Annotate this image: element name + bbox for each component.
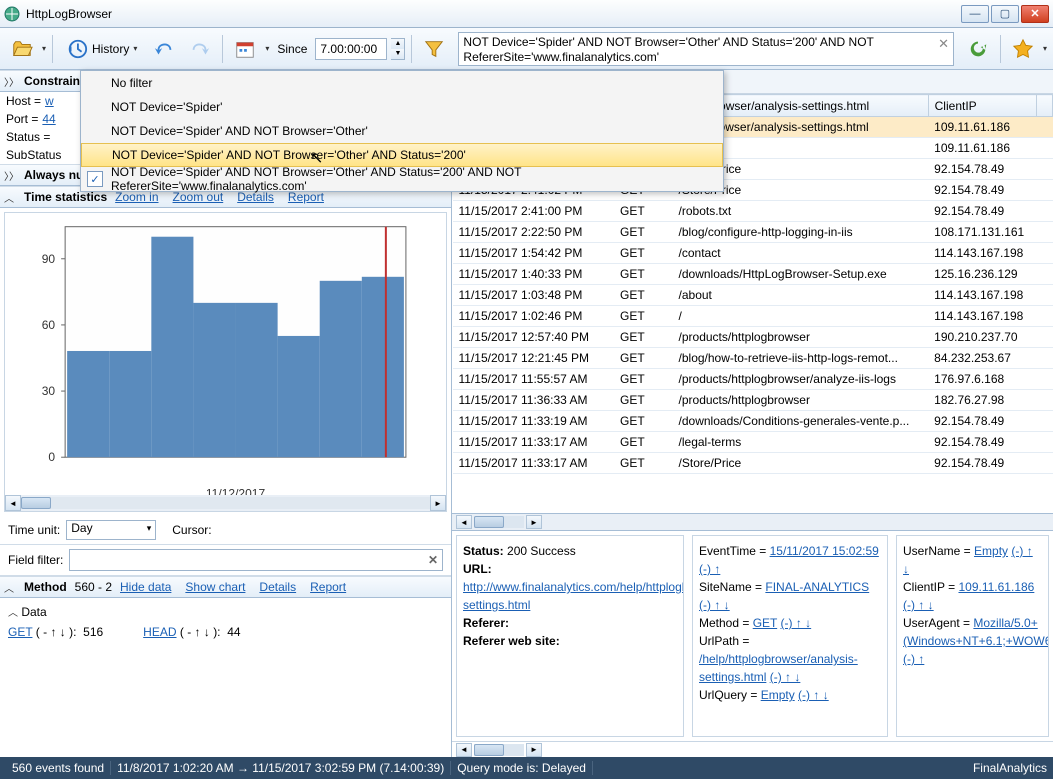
- time-spinner[interactable]: ▲▼: [391, 38, 405, 60]
- collapse-icon: 〉〉: [4, 168, 16, 183]
- table-row[interactable]: 11/15/2017 11:33:19 AMGET/downloads/Cond…: [453, 411, 1053, 432]
- table-row[interactable]: 11/15/2017 1:02:46 PMGET/114.143.167.198: [453, 306, 1053, 327]
- history-item[interactable]: NOT Device='Spider' AND NOT Browser='Oth…: [81, 119, 723, 143]
- scroll-left-icon[interactable]: ◄: [456, 515, 472, 529]
- url-link[interactable]: http://www.finalanalytics.com/help/httpl…: [463, 580, 684, 612]
- svg-text:30: 30: [42, 384, 56, 398]
- since-label: Since: [277, 42, 307, 56]
- detail-fields-pane-2: UserName = Empty (-) ↑ ↓ClientIP = 109.1…: [896, 535, 1049, 737]
- statusbar: 560 events found 11/8/2017 1:02:20 AM → …: [0, 757, 1053, 779]
- open-dropdown-icon[interactable]: ▾: [42, 44, 46, 53]
- history-item[interactable]: NOT Device='Spider' AND NOT Browser='Oth…: [81, 143, 723, 167]
- close-button[interactable]: ✕: [1021, 5, 1049, 23]
- filter-funnel-button[interactable]: [418, 34, 450, 64]
- scroll-right-icon[interactable]: ►: [526, 743, 542, 757]
- minimize-button[interactable]: —: [961, 5, 989, 23]
- detail-fields-pane-1: EventTime = 15/11/2017 15:02:59 (-) ↑Sit…: [692, 535, 888, 737]
- refresh-button[interactable]: [962, 34, 994, 64]
- table-row[interactable]: 11/15/2017 11:33:17 AMGET/Store/Price92.…: [453, 453, 1053, 474]
- table-row[interactable]: 11/15/2017 12:21:45 PMGET/blog/how-to-re…: [453, 348, 1053, 369]
- window-title: HttpLogBrowser: [26, 7, 961, 21]
- table-row[interactable]: 11/15/2017 1:03:48 PMGET/about114.143.16…: [453, 285, 1053, 306]
- svg-text:60: 60: [42, 318, 56, 332]
- table-row[interactable]: 11/15/2017 2:22:50 PMGET/blog/configure-…: [453, 222, 1053, 243]
- time-unit-select[interactable]: Day: [66, 520, 156, 540]
- scroll-right-icon[interactable]: ►: [430, 495, 446, 511]
- clear-icon[interactable]: ✕: [428, 553, 438, 567]
- table-row[interactable]: 11/15/2017 1:54:42 PMGET/contact114.143.…: [453, 243, 1053, 264]
- table-row[interactable]: 11/15/2017 2:41:00 PMGET/robots.txt92.15…: [453, 201, 1053, 222]
- svg-text:90: 90: [42, 252, 56, 266]
- table-row[interactable]: 11/15/2017 11:55:57 AMGET/products/httpl…: [453, 369, 1053, 390]
- since-time-input[interactable]: [315, 38, 387, 60]
- status-brand: FinalAnalytics: [973, 761, 1047, 775]
- scroll-left-icon[interactable]: ◄: [5, 495, 21, 511]
- history-item[interactable]: ✓NOT Device='Spider' AND NOT Browser='Ot…: [81, 167, 723, 191]
- details-link[interactable]: Details: [259, 580, 296, 594]
- history-item[interactable]: NOT Device='Spider': [81, 95, 723, 119]
- maximize-button[interactable]: ▢: [991, 5, 1019, 23]
- show-chart-link[interactable]: Show chart: [185, 580, 245, 594]
- toolbar: ▾ History ▾ ▾ Since ▲▼ NOT Device='Spide…: [0, 28, 1053, 70]
- table-row[interactable]: 11/15/2017 11:33:17 AMGET/legal-terms92.…: [453, 432, 1053, 453]
- status-range: 11/8/2017 1:02:20 AM → 11/15/2017 3:02:5…: [111, 761, 451, 775]
- method-head-link[interactable]: HEAD: [143, 625, 176, 639]
- method-title: Method: [24, 580, 67, 594]
- table-row[interactable]: 11/15/2017 11:36:33 AMGET/products/httpl…: [453, 390, 1053, 411]
- svg-text:0: 0: [48, 450, 55, 464]
- collapse-icon: ︿: [4, 190, 16, 205]
- date-range-dropdown-icon[interactable]: ▾: [265, 44, 269, 53]
- history-dropdown-menu: No filter NOT Device='Spider' NOT Device…: [80, 70, 724, 192]
- check-icon: ✓: [87, 171, 103, 187]
- table-row[interactable]: 11/15/2017 1:40:33 PMGET/downloads/HttpL…: [453, 264, 1053, 285]
- collapse-icon: 〉〉: [4, 74, 16, 89]
- col-clientip[interactable]: ClientIP: [928, 95, 1036, 117]
- time-stats-title: Time statistics: [24, 190, 107, 204]
- titlebar: HttpLogBrowser — ▢ ✕: [0, 0, 1053, 28]
- detail-hscroll[interactable]: ◄ ►: [452, 741, 1053, 757]
- history-dropdown-icon: ▾: [133, 44, 137, 53]
- collapse-icon: ︿: [4, 580, 16, 595]
- open-button[interactable]: [6, 34, 38, 64]
- chart-hscroll[interactable]: ◄ ►: [5, 495, 446, 511]
- constraint-value[interactable]: 44: [42, 112, 55, 126]
- method-header[interactable]: ︿ Method 560 - 2 Hide data Show chart De…: [0, 576, 451, 598]
- filter-expression-text: NOT Device='Spider' AND NOT Browser='Oth…: [463, 35, 873, 64]
- clear-filter-icon[interactable]: ✕: [938, 37, 949, 51]
- method-get-link[interactable]: GET: [8, 625, 32, 639]
- status-events: 560 events found: [6, 761, 111, 775]
- data-label: Data: [21, 605, 46, 619]
- time-unit-label: Time unit:: [8, 523, 60, 537]
- favorites-button[interactable]: [1007, 34, 1039, 64]
- cursor-label: Cursor:: [172, 523, 211, 537]
- time-chart: 0 30 60 90: [4, 212, 447, 512]
- history-button[interactable]: History ▾: [59, 34, 144, 64]
- grid-hscroll[interactable]: ◄ ►: [452, 514, 1053, 530]
- scroll-right-icon[interactable]: ►: [526, 515, 542, 529]
- app-icon: [4, 6, 20, 22]
- date-range-button[interactable]: [229, 34, 261, 64]
- collapse-icon: ︿: [8, 608, 18, 619]
- detail-summary-pane: Status: 200 Success URL: http://www.fina…: [456, 535, 684, 737]
- undo-button[interactable]: [148, 34, 180, 64]
- favorites-dropdown-icon[interactable]: ▾: [1043, 44, 1047, 53]
- col-extra[interactable]: [1036, 95, 1052, 117]
- field-filter-label: Field filter:: [8, 553, 63, 567]
- hide-data-link[interactable]: Hide data: [120, 580, 171, 594]
- scroll-left-icon[interactable]: ◄: [456, 743, 472, 757]
- filter-expression-box[interactable]: NOT Device='Spider' AND NOT Browser='Oth…: [458, 32, 954, 66]
- redo-button[interactable]: [184, 34, 216, 64]
- table-row[interactable]: 11/15/2017 12:57:40 PMGET/products/httpl…: [453, 327, 1053, 348]
- status-query: Query mode is: Delayed: [451, 761, 593, 775]
- method-counts: 560 - 2: [75, 580, 112, 594]
- constraint-value[interactable]: w: [45, 94, 54, 108]
- history-item[interactable]: No filter: [81, 71, 723, 95]
- history-label: History: [92, 42, 129, 56]
- report-link[interactable]: Report: [310, 580, 346, 594]
- field-filter-input[interactable]: ✕: [69, 549, 443, 571]
